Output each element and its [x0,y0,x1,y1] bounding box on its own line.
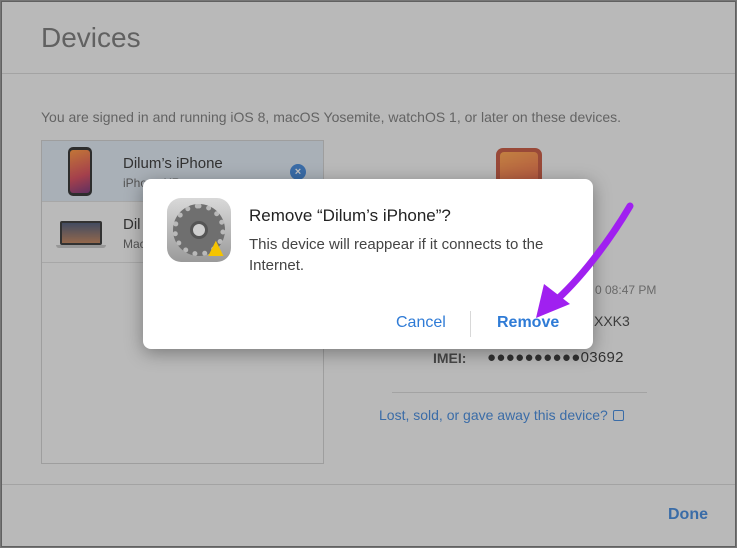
button-divider [470,311,471,337]
annotation-arrow-icon [536,202,634,318]
warning-icon: ▲ [203,232,229,262]
dialog-message: This device will reappear if it connects… [249,236,544,274]
dialog-title: Remove “Dilum’s iPhone”? [249,206,451,225]
cancel-button[interactable]: Cancel [396,314,446,332]
remove-device-dialog: ▲ Remove “Dilum’s iPhone”? This device w… [143,179,593,349]
